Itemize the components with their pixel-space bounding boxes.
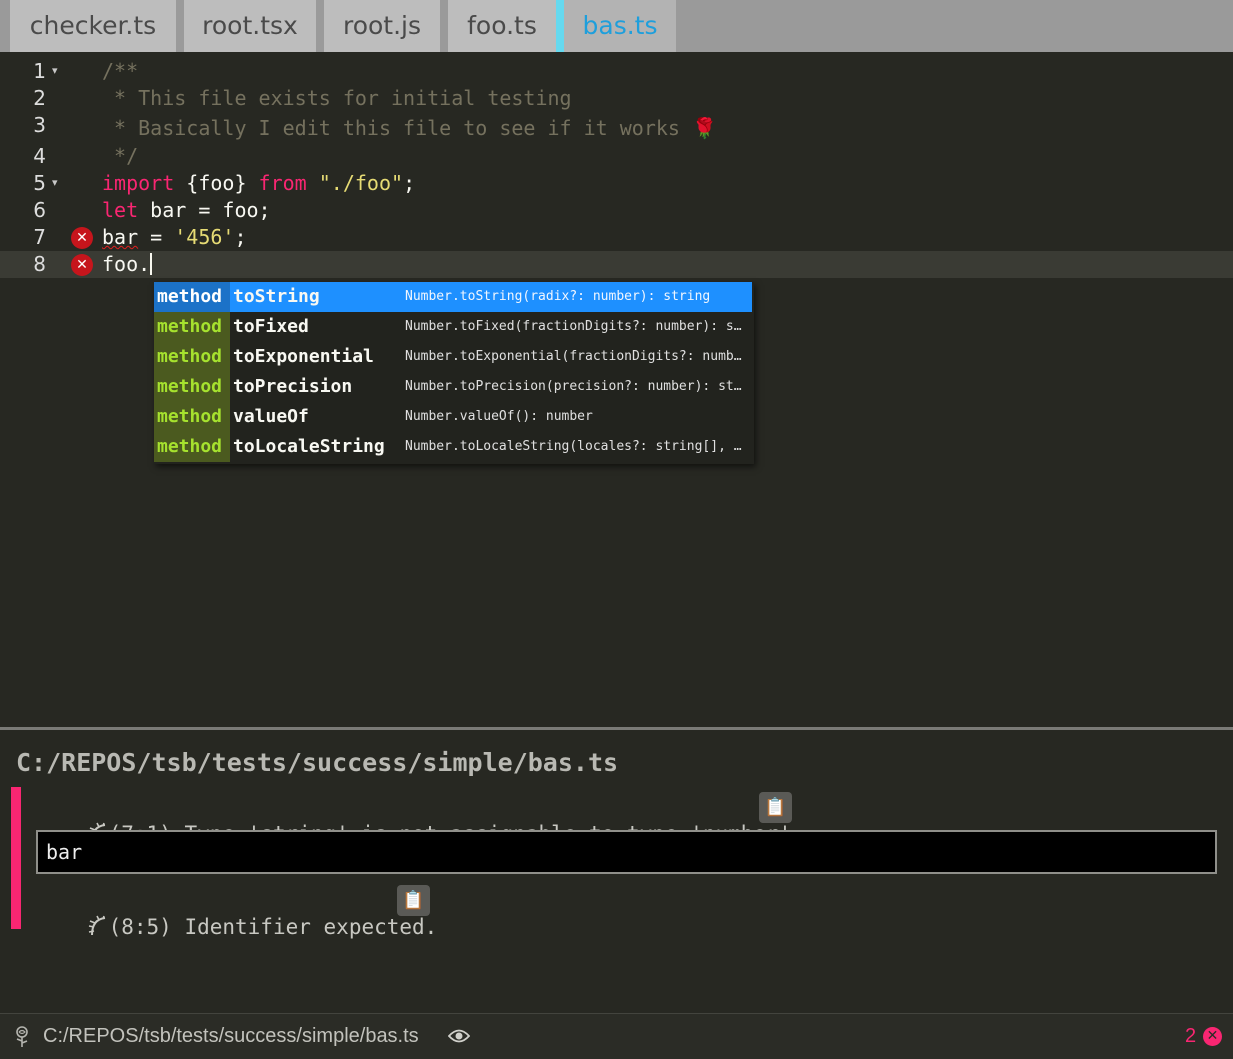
- completion-name: valueOf: [233, 406, 309, 427]
- code-line: 5 ▾ import {foo} from "./foo";: [0, 170, 1233, 197]
- completion-item[interactable]: method toExponential Number.toExponentia…: [154, 342, 752, 372]
- code-text: bar = '456';: [102, 224, 247, 251]
- tab-foo-ts[interactable]: foo.ts: [448, 0, 556, 52]
- tab-bar: checker.ts root.tsx root.js foo.ts bas.t…: [0, 0, 1233, 52]
- errors-panel: C:/REPOS/tsb/tests/success/simple/bas.ts…: [0, 727, 1233, 1013]
- status-bar: C:/REPOS/tsb/tests/success/simple/bas.ts…: [0, 1013, 1233, 1059]
- code-line: 1 ▾ /**: [0, 58, 1233, 85]
- error-count[interactable]: 2: [1185, 1014, 1196, 1058]
- error-text: Identifier expected.: [184, 915, 438, 939]
- completion-item[interactable]: method toPrecision Number.toPrecision(pr…: [154, 372, 752, 402]
- error-location: (8:5): [108, 915, 172, 939]
- keyword-let: let: [102, 198, 139, 222]
- completion-kind: method: [154, 432, 230, 462]
- code-fragment: ;: [234, 225, 247, 249]
- code-text: * This file exists for initial testing: [102, 86, 572, 110]
- completion-kind: method: [154, 372, 230, 402]
- keyword-import: import: [102, 171, 175, 195]
- completion-kind: method: [154, 402, 230, 432]
- code-line-current: 8 ✕ foo.: [0, 251, 1233, 278]
- code-text: /**: [102, 59, 139, 83]
- completion-item[interactable]: method valueOf Number.valueOf(): number: [154, 402, 752, 432]
- autocomplete-popup: method toString Number.toString(radix?: …: [154, 282, 754, 464]
- completion-name: toLocaleString: [233, 436, 385, 457]
- panel-file-path[interactable]: C:/REPOS/tsb/tests/success/simple/bas.ts: [16, 748, 618, 777]
- line-number: 8: [33, 252, 46, 276]
- completion-signature: Number.valueOf(): number: [405, 409, 593, 424]
- tab-checker-ts[interactable]: checker.ts: [10, 0, 176, 52]
- code-line: 4 */: [0, 143, 1233, 170]
- completion-kind: method: [154, 282, 230, 312]
- code-text: * Basically I edit this file to see if i…: [102, 116, 717, 140]
- error-marker-icon[interactable]: ✕: [71, 254, 93, 276]
- error-message[interactable]: (8:5) Identifier expected.: [36, 891, 437, 963]
- error-squiggle: bar: [102, 225, 139, 249]
- fold-arrow-icon[interactable]: ▾: [52, 58, 58, 85]
- completion-name: toFixed: [233, 316, 309, 337]
- line-number: 6: [33, 198, 46, 222]
- line-number: 3: [33, 113, 46, 137]
- code-text: import {foo} from "./foo";: [102, 170, 415, 197]
- tab-bas-ts[interactable]: bas.ts: [556, 0, 676, 52]
- line-number: 5: [33, 171, 46, 195]
- completion-kind: method: [154, 312, 230, 342]
- line-number: 2: [33, 86, 46, 110]
- code-text: let bar = foo;: [102, 197, 271, 224]
- keyword-from: from: [258, 171, 307, 195]
- code-text: foo.: [102, 251, 153, 278]
- eye-icon[interactable]: [448, 1028, 470, 1044]
- completion-kind: method: [154, 342, 230, 372]
- code-line: 3 * Basically I edit this file to see if…: [0, 113, 1233, 142]
- completion-item[interactable]: method toFixed Number.toFixed(fractionDi…: [154, 312, 752, 342]
- code-text: */: [102, 144, 139, 168]
- completion-signature: Number.toFixed(fractionDigits?: number):…: [405, 319, 745, 334]
- code-fragment: foo.: [102, 252, 151, 276]
- clipboard-icon[interactable]: 📋: [397, 885, 430, 916]
- error-accent-bar: [11, 787, 21, 929]
- completion-signature: Number.toLocaleString(locales?: string[]…: [405, 439, 745, 454]
- completion-signature: Number.toString(radix?: number): string: [405, 289, 711, 304]
- fold-arrow-icon[interactable]: ▾: [52, 170, 58, 197]
- completion-item[interactable]: method toLocaleString Number.toLocaleStr…: [154, 432, 752, 462]
- error-code-snippet: bar: [36, 830, 1217, 874]
- completion-name: toExponential: [233, 346, 374, 367]
- line-number: 7: [33, 225, 46, 249]
- completion-name: toString: [233, 286, 320, 307]
- string-literal: "./foo": [318, 171, 404, 195]
- code-fragment: bar = foo;: [138, 198, 271, 222]
- rose-icon: [16, 1026, 28, 1047]
- completion-signature: Number.toExponential(fractionDigits?: nu…: [405, 349, 745, 364]
- completion-name: toPrecision: [233, 376, 353, 397]
- tab-root-js[interactable]: root.js: [324, 0, 440, 52]
- code-line: 7 ✕ bar = '456';: [0, 224, 1233, 251]
- status-file-path[interactable]: C:/REPOS/tsb/tests/success/simple/bas.ts: [43, 1014, 419, 1058]
- code-fragment: {foo}: [174, 171, 259, 195]
- text-cursor: [150, 253, 153, 275]
- line-number: 1: [33, 59, 46, 83]
- bug-icon: [88, 915, 105, 936]
- line-number: 4: [33, 144, 46, 168]
- code-line: 2 * This file exists for initial testing: [0, 85, 1233, 112]
- string-literal: '456': [174, 225, 235, 249]
- clipboard-icon[interactable]: 📋: [759, 792, 792, 823]
- tab-root-tsx[interactable]: root.tsx: [184, 0, 316, 52]
- code-fragment: ;: [403, 171, 416, 195]
- error-marker-icon[interactable]: ✕: [71, 227, 93, 249]
- completion-item[interactable]: method toString Number.toString(radix?: …: [154, 282, 752, 312]
- completion-signature: Number.toPrecision(precision?: number): …: [405, 379, 745, 394]
- error-status-icon[interactable]: ✕: [1203, 1027, 1222, 1046]
- code-fragment: =: [138, 225, 175, 249]
- code-fragment: [307, 171, 319, 195]
- code-line: 6 let bar = foo;: [0, 197, 1233, 224]
